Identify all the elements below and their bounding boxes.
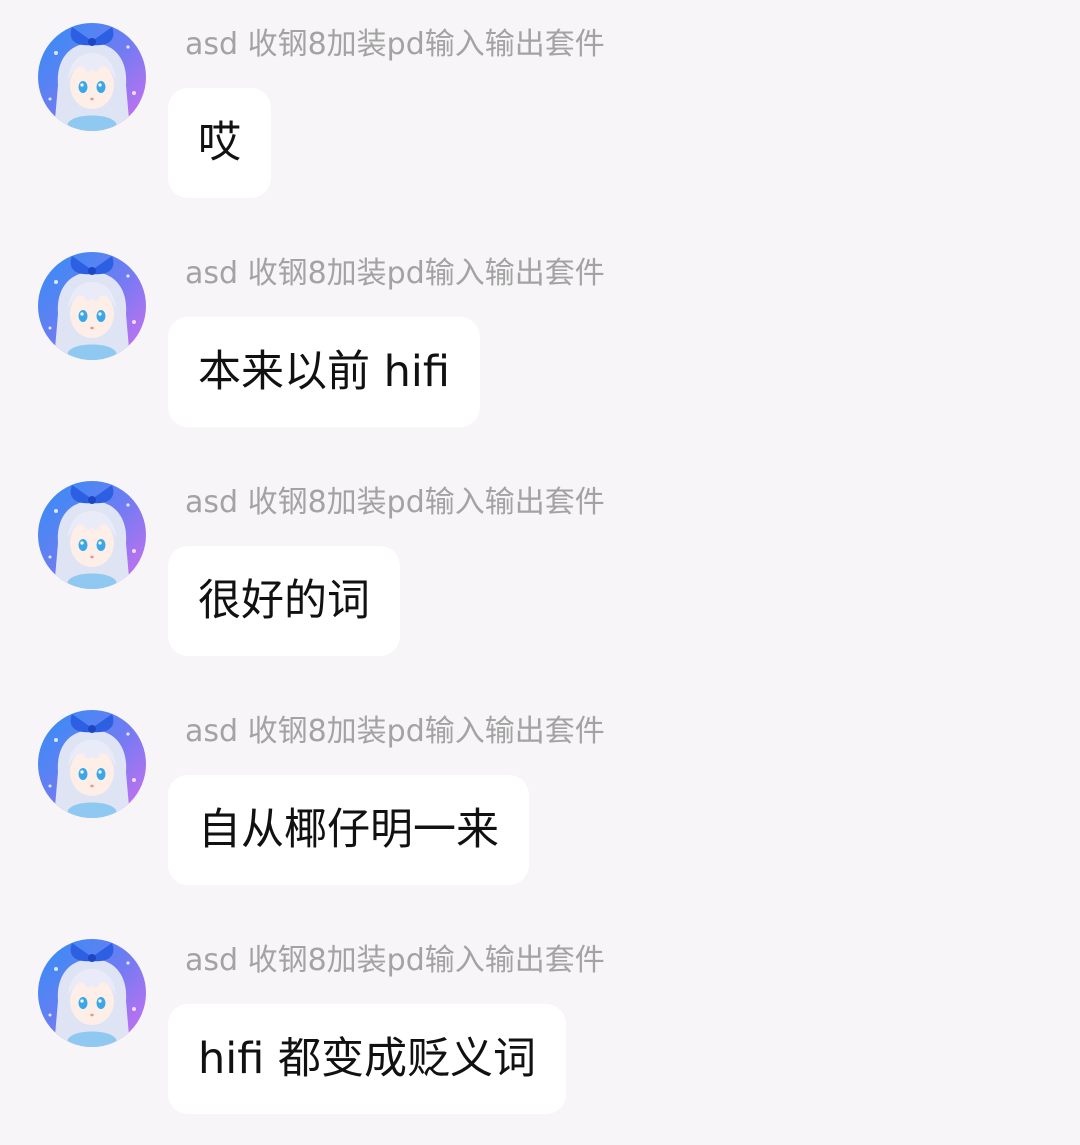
anime-girl-avatar-icon: [38, 481, 146, 589]
chat-message: asd 收钢8加装pd输入输出套件 hifi 都变成贬义词: [0, 916, 1080, 1145]
sender-name: asd 收钢8加装pd输入输出套件: [185, 485, 605, 520]
anime-girl-avatar-icon: [38, 23, 146, 131]
chat-message: asd 收钢8加装pd输入输出套件 哎: [0, 0, 1080, 229]
message-bubble[interactable]: 本来以前 hifi: [168, 317, 480, 427]
sender-name: asd 收钢8加装pd输入输出套件: [185, 256, 605, 291]
sender-name: asd 收钢8加装pd输入输出套件: [185, 714, 605, 749]
anime-girl-avatar-icon: [38, 710, 146, 818]
sender-name: asd 收钢8加装pd输入输出套件: [185, 27, 605, 62]
chat-message: asd 收钢8加装pd输入输出套件 本来以前 hifi: [0, 229, 1080, 458]
chat-message-list: asd 收钢8加装pd输入输出套件 哎 asd 收钢8加装pd输入输出套件 本来…: [0, 0, 1080, 1134]
anime-girl-avatar-icon: [38, 939, 146, 1047]
message-bubble[interactable]: 很好的词: [168, 546, 400, 656]
avatar[interactable]: [38, 23, 146, 131]
chat-message: asd 收钢8加装pd输入输出套件 很好的词: [0, 458, 1080, 687]
avatar[interactable]: [38, 939, 146, 1047]
message-bubble[interactable]: 哎: [168, 88, 271, 198]
message-bubble[interactable]: hifi 都变成贬义词: [168, 1004, 566, 1114]
avatar[interactable]: [38, 481, 146, 589]
chat-message: asd 收钢8加装pd输入输出套件 自从椰仔明一来: [0, 687, 1080, 916]
sender-name: asd 收钢8加装pd输入输出套件: [185, 943, 605, 978]
avatar[interactable]: [38, 252, 146, 360]
anime-girl-avatar-icon: [38, 252, 146, 360]
message-bubble[interactable]: 自从椰仔明一来: [168, 775, 529, 885]
avatar[interactable]: [38, 710, 146, 818]
